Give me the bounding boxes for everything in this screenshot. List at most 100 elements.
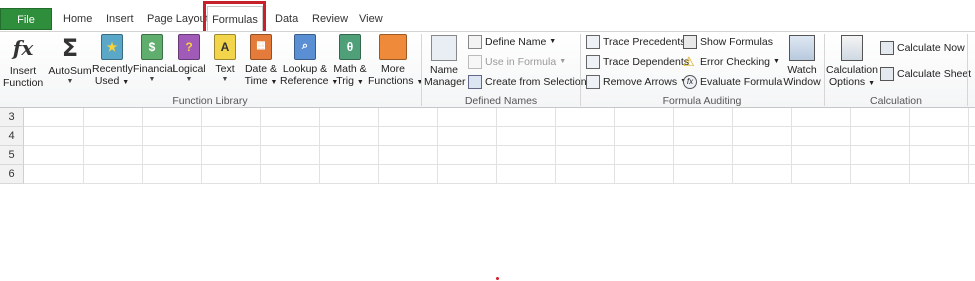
insert-function-label-1: Insert — [9, 65, 37, 77]
math-trig-label-2-text: Trig — [336, 75, 354, 87]
grid-line — [437, 108, 438, 184]
grid-line — [614, 108, 615, 184]
grid-line — [555, 108, 556, 184]
grid-line — [673, 108, 674, 184]
use-in-formula-button[interactable]: Use in Formula ▼ — [468, 54, 566, 70]
function-library-group-label: Function Library — [172, 95, 248, 107]
lookup-reference-label-2-text: Reference — [280, 75, 329, 87]
remove-arrows-button[interactable]: Remove Arrows ▼ — [586, 74, 687, 90]
trace-dependents-button[interactable]: Trace Dependents — [586, 54, 689, 70]
use-in-formula-label: Use in Formula — [485, 56, 557, 68]
calculation-options-label-2-text: Options — [828, 76, 866, 88]
lookup-reference-button[interactable]: ⌕ Lookup & Reference ▼ — [280, 34, 338, 89]
calculation-options-label-1: Calculation — [826, 64, 878, 76]
grid-line — [260, 108, 261, 184]
sheet-calculator-icon — [880, 67, 894, 81]
create-from-selection-button[interactable]: Create from Selection — [468, 74, 587, 90]
grid-line — [909, 108, 910, 184]
define-name-label: Define Name — [485, 36, 547, 48]
financial-button[interactable]: $ Financial ▼ — [133, 34, 176, 84]
error-checking-label: Error Checking — [700, 56, 771, 68]
defined-names-group-label: Defined Names — [464, 95, 538, 107]
tab-view[interactable]: View — [359, 12, 383, 30]
text-button[interactable]: A Text ▼ — [210, 34, 240, 84]
tab-file[interactable]: File — [0, 8, 52, 30]
magnifier-book-icon: ⌕ — [294, 34, 316, 60]
grid-line — [791, 108, 792, 184]
grid-line — [378, 108, 379, 184]
text-book-icon: A — [214, 34, 236, 60]
evaluate-formula-button[interactable]: fx Evaluate Formula — [683, 74, 782, 90]
watch-window-icon — [789, 35, 815, 61]
remove-arrows-icon — [586, 75, 600, 89]
formula-auditing-group-label: Formula Auditing — [662, 95, 742, 107]
math-trig-label-2: Trig ▼ — [336, 75, 364, 87]
calculation-group-label: Calculation — [870, 95, 922, 107]
watch-window-button[interactable]: Watch Window — [782, 34, 822, 88]
show-formulas-button[interactable]: Show Formulas — [683, 34, 773, 50]
name-manager-button[interactable]: Name Manager — [424, 34, 466, 88]
trace-dependents-label: Trace Dependents — [603, 56, 689, 68]
calculation-options-button[interactable]: Calculation Options ▼ — [826, 34, 878, 90]
financial-book-icon: $ — [141, 34, 163, 60]
ribbon-tab-bar: File Home Insert Page Layout Formulas Da… — [0, 0, 975, 34]
calculate-sheet-button[interactable]: Calculate Sheet — [880, 66, 971, 82]
chevron-down-icon: ▼ — [773, 58, 780, 65]
insert-function-label-2: Function — [3, 77, 44, 89]
row-header[interactable]: 3 — [0, 108, 24, 127]
lookup-reference-label-1: Lookup & — [282, 63, 328, 75]
grid-line — [24, 164, 975, 165]
row-header[interactable]: 5 — [0, 146, 24, 165]
financial-label: Financial — [133, 63, 176, 75]
date-time-label-1: Date & — [244, 63, 278, 75]
tab-review[interactable]: Review — [312, 12, 348, 30]
name-tag-icon — [468, 35, 482, 49]
grid-line — [319, 108, 320, 184]
chevron-down-icon: ▼ — [549, 38, 557, 45]
logical-button[interactable]: ? Logical ▼ — [172, 34, 206, 84]
row-header[interactable]: 6 — [0, 165, 24, 184]
watch-window-label-1: Watch — [787, 64, 817, 76]
chevron-down-icon: ▼ — [148, 76, 156, 83]
calculate-now-label: Calculate Now — [897, 42, 965, 54]
calculate-sheet-label: Calculate Sheet — [897, 68, 972, 80]
tab-data[interactable]: Data — [275, 12, 298, 30]
name-tag-icon — [431, 35, 457, 61]
more-functions-label-2-text: Functions — [368, 75, 414, 87]
grid-line — [850, 108, 851, 184]
grid-line — [201, 108, 202, 184]
math-trig-label-1: Math & — [333, 63, 367, 75]
more-functions-button[interactable]: More Functions ▼ — [368, 34, 423, 89]
date-time-button[interactable]: ▦ Date & Time ▼ — [243, 34, 279, 89]
worksheet-grid[interactable]: 3 4 5 6 7 — [0, 108, 975, 184]
chevron-down-icon: ▼ — [559, 58, 567, 65]
autosum-button[interactable]: Σ AutoSum ▼ — [48, 34, 92, 86]
text-label: Text — [215, 63, 235, 75]
row-header[interactable]: 4 — [0, 127, 24, 146]
calendar-book-icon: ▦ — [250, 34, 272, 60]
tab-insert[interactable]: Insert — [106, 12, 134, 30]
grid-line — [83, 108, 84, 184]
recently-used-button[interactable]: ★ Recently Used ▼ — [92, 34, 133, 89]
grid-line — [732, 108, 733, 184]
theta-book-icon: θ — [339, 34, 361, 60]
insert-function-button[interactable]: fx Insert Function — [3, 34, 43, 89]
trace-dependents-icon — [586, 55, 600, 69]
tab-page-layout[interactable]: Page Layout — [147, 12, 209, 30]
grid-line — [142, 108, 143, 184]
tab-home[interactable]: Home — [63, 12, 92, 30]
formulas-tab-highlight — [203, 1, 266, 34]
grid-line — [24, 126, 975, 127]
define-name-button[interactable]: Define Name ▼ — [468, 34, 556, 50]
calculate-now-button[interactable]: Calculate Now — [880, 40, 965, 56]
trace-precedents-button[interactable]: Trace Precedents — [586, 34, 685, 50]
red-dot-marker — [496, 277, 499, 280]
name-manager-label-2: Manager — [424, 76, 466, 88]
calculation-options-label-2: Options ▼ — [828, 76, 876, 88]
watch-window-label-2: Window — [783, 76, 821, 88]
math-trig-button[interactable]: θ Math & Trig ▼ — [330, 34, 370, 89]
error-checking-button[interactable]: ⚠ Error Checking ▼ — [683, 54, 780, 70]
grid-line — [968, 108, 969, 184]
fx-icon: fx — [12, 36, 34, 60]
recently-used-label-2-text: Used — [94, 75, 120, 87]
